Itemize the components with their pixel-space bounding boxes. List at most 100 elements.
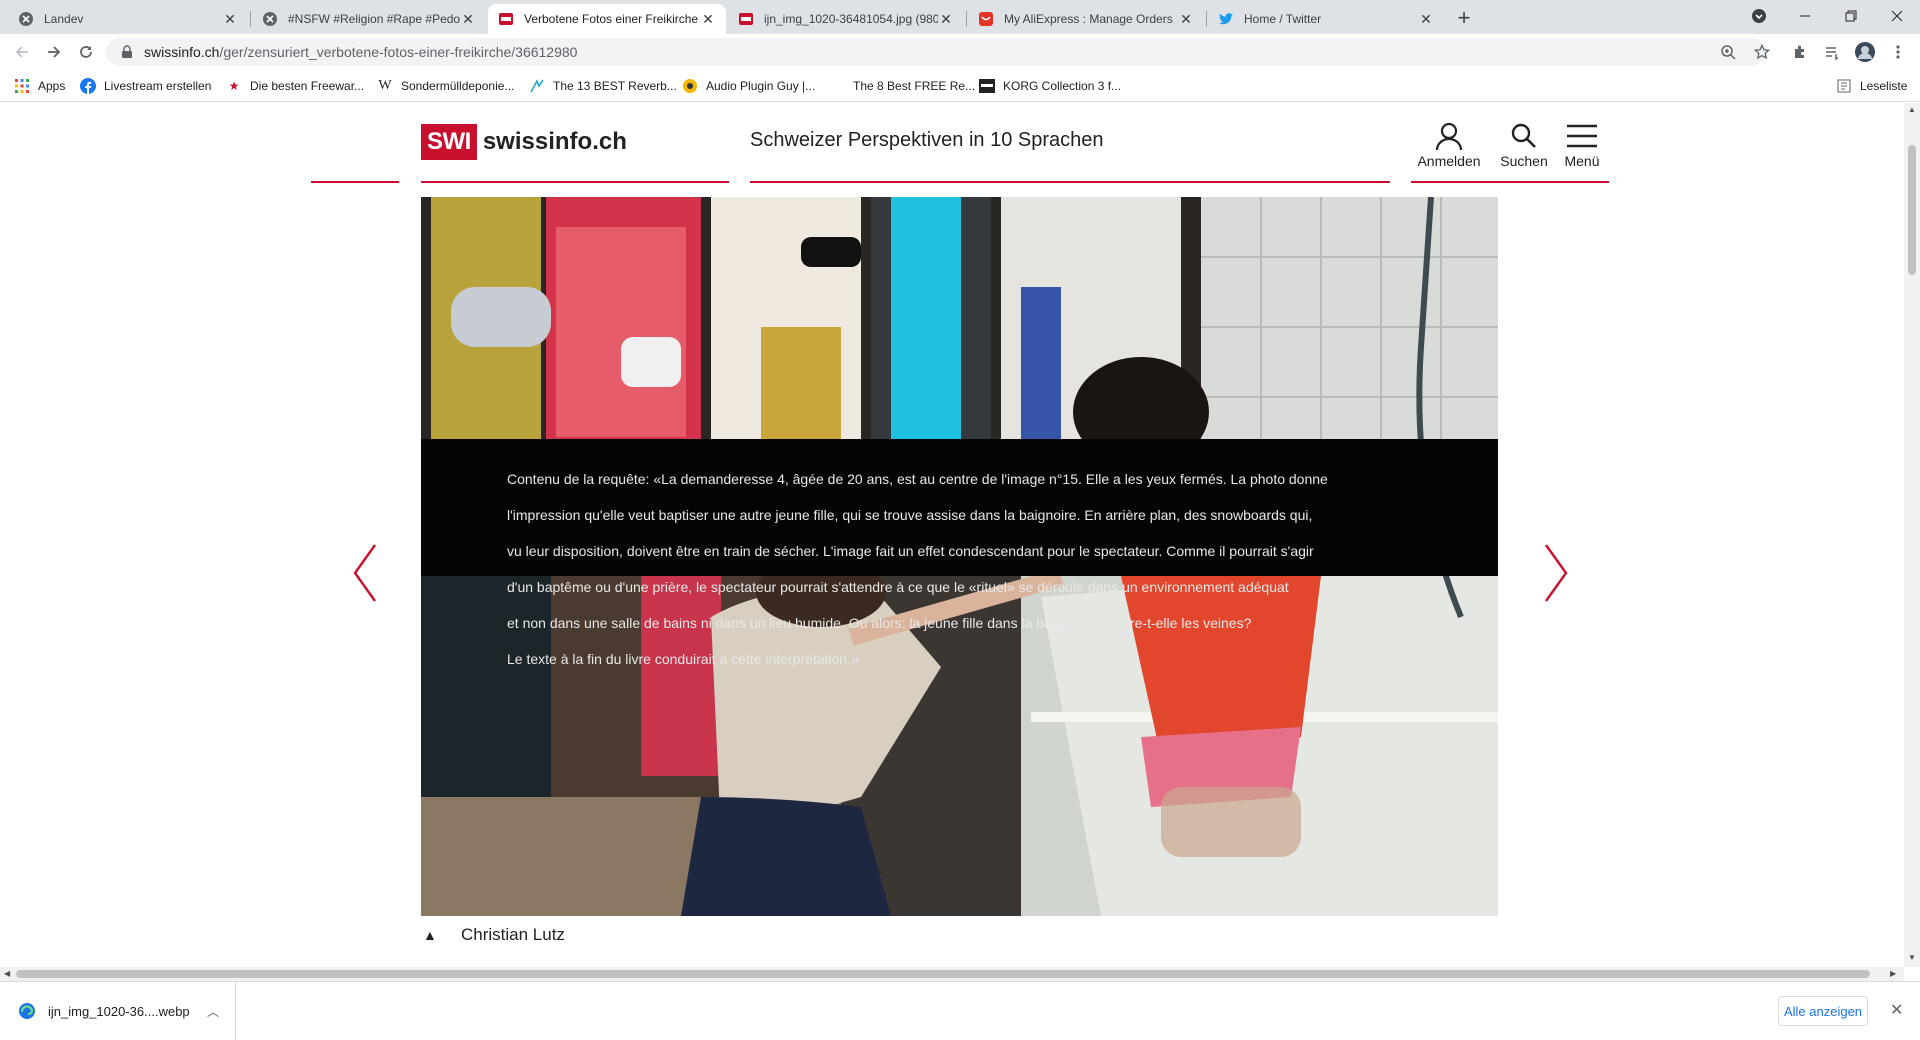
site-tagline: Schweizer Perspektiven in 10 Sprachen	[750, 129, 1104, 151]
page-content: SWI swissinfo.ch Schweizer Perspektiven …	[0, 103, 1904, 967]
gallery-photo[interactable]: Contenu de la requête: «La demanderesse …	[421, 197, 1498, 916]
tab-title: #NSFW #Religion #Rape #Pedo #	[288, 12, 460, 26]
caption-line: vu leur disposition, doivent être en tra…	[507, 543, 1314, 559]
bookmark-star-icon[interactable]	[1752, 42, 1772, 62]
close-icon	[1891, 10, 1903, 22]
swi-icon	[738, 11, 754, 27]
close-icon[interactable]: ✕	[460, 11, 476, 27]
prev-image-button[interactable]	[351, 543, 381, 603]
close-icon[interactable]: ✕	[1418, 11, 1434, 27]
close-icon[interactable]: ✕	[700, 11, 716, 27]
bookmark-audio-plugin-guy[interactable]: Audio Plugin Guy |...	[682, 77, 815, 95]
scroll-down-icon[interactable]: ▼	[1908, 953, 1916, 962]
tab-search-button[interactable]	[1736, 0, 1782, 32]
forward-arrow-icon	[48, 46, 61, 58]
menu-button[interactable]: Menü	[1547, 121, 1617, 169]
bookmark-korg[interactable]: KORG Collection 3 f...	[979, 77, 1121, 95]
minimize-icon	[1800, 15, 1810, 17]
header-divider	[1411, 181, 1609, 183]
reload-button[interactable]	[72, 38, 100, 66]
close-icon[interactable]: ✕	[938, 11, 954, 27]
new-tab-button[interactable]: +	[1452, 7, 1476, 31]
caption-line: Le texte à la fin du livre conduirait à …	[507, 651, 859, 667]
url-path: /ger/zensuriert_verbotene-fotos-einer-fr…	[219, 44, 578, 60]
bookmark-livestream[interactable]: Livestream erstellen	[80, 77, 211, 95]
bookmark-label: The 13 BEST Reverb...	[553, 79, 677, 93]
close-icon[interactable]: ✕	[1178, 11, 1194, 27]
twitter-icon	[1218, 11, 1234, 27]
horizontal-scroll-thumb[interactable]	[16, 970, 1870, 978]
scroll-left-icon[interactable]: ◀	[4, 969, 10, 978]
vertical-scroll-thumb[interactable]	[1908, 145, 1916, 275]
download-item[interactable]: ijn_img_1020-36....webp ︿	[0, 982, 236, 1040]
back-button[interactable]	[8, 38, 36, 66]
reading-list-icon[interactable]	[1822, 42, 1842, 62]
login-button[interactable]: Anmelden	[1414, 121, 1484, 169]
plugin-icon	[682, 78, 698, 94]
chevron-left-icon	[353, 544, 376, 602]
next-image-button[interactable]	[1540, 543, 1570, 603]
caption-line: d'un baptême ou d'une prière, le spectat…	[507, 579, 1289, 595]
horizontal-scrollbar[interactable]: ◀ ▶	[0, 967, 1904, 981]
caption-line: et non dans une salle de bains ni dans u…	[507, 615, 1252, 631]
bookmark-label: Sondermülldeponie...	[401, 79, 515, 93]
bookmark-freeware[interactable]: ★ Die besten Freewar...	[226, 77, 364, 95]
scroll-up-icon[interactable]: ▲	[1908, 105, 1916, 114]
forward-button[interactable]	[40, 38, 68, 66]
tab-landev[interactable]: Landev ✕	[8, 4, 248, 34]
zoom-icon[interactable]	[1718, 42, 1738, 62]
apps-grid-icon	[14, 78, 30, 94]
close-icon[interactable]: ✕	[222, 11, 238, 27]
minimize-button[interactable]	[1782, 0, 1828, 32]
logo-badge: SWI	[421, 124, 477, 160]
tab-verbotene-fotos[interactable]: Verbotene Fotos einer Freikirche ✕	[488, 4, 726, 34]
user-icon	[1414, 121, 1484, 151]
bookmark-apps[interactable]: Apps	[14, 77, 65, 95]
caption-line: Contenu de la requête: «La demanderesse …	[507, 471, 1328, 487]
tab-aliexpress[interactable]: My AliExpress : Manage Orders ✕	[968, 4, 1204, 34]
bookmark-label: KORG Collection 3 f...	[1003, 79, 1122, 93]
bookmark-sondermull[interactable]: W Sondermülldeponie...	[377, 77, 514, 95]
tab-search-icon	[1752, 9, 1766, 23]
back-arrow-icon	[15, 46, 28, 58]
address-bar[interactable]: swissinfo.ch/ger/zensuriert_verbotene-fo…	[106, 38, 1766, 66]
chevron-up-icon[interactable]: ︿	[207, 1003, 219, 1020]
photo-caption-band: Contenu de la requête: «La demanderesse …	[421, 439, 1498, 667]
close-window-button[interactable]	[1874, 0, 1920, 32]
header-divider	[421, 181, 729, 183]
reading-list-button[interactable]: Leseliste	[1836, 77, 1907, 95]
restore-button[interactable]	[1828, 0, 1874, 32]
chevron-right-icon	[1545, 544, 1568, 602]
avatar[interactable]	[1855, 42, 1875, 62]
hamburger-icon	[1547, 121, 1617, 151]
kebab-menu-icon[interactable]	[1888, 42, 1908, 62]
search-label: Suchen	[1500, 153, 1548, 169]
bookmark-reverb[interactable]: The 13 BEST Reverb...	[529, 77, 677, 95]
wikipedia-icon: W	[378, 78, 392, 93]
vertical-scrollbar[interactable]: ▲ ▼	[1904, 103, 1920, 967]
edge-file-icon	[19, 1003, 35, 1019]
header-divider	[311, 181, 399, 183]
tab-image[interactable]: ijn_img_1020-36481054.jpg (980 ✕	[728, 4, 964, 34]
bookmark-label: Apps	[38, 79, 66, 93]
bookmarks-bar: Apps Livestream erstellen ★ Die besten F…	[0, 70, 1920, 102]
header-divider	[750, 181, 1390, 183]
reading-list-icon	[1836, 78, 1852, 94]
tab-title: Verbotene Fotos einer Freikirche	[524, 12, 699, 26]
logo-text: swissinfo.ch	[482, 128, 627, 155]
reading-list-label: Leseliste	[1860, 79, 1908, 93]
restore-icon	[1845, 10, 1857, 22]
download-filename: ijn_img_1020-36....webp	[48, 1003, 190, 1019]
caption-toggle-icon[interactable]: ▲	[421, 927, 461, 943]
extensions-icon[interactable]	[1790, 42, 1810, 62]
close-icon[interactable]: ✕	[1890, 1000, 1903, 1020]
show-all-downloads-button[interactable]: Alle anzeigen	[1778, 996, 1868, 1026]
scroll-right-icon[interactable]: ▶	[1890, 969, 1896, 978]
tab-nsfw[interactable]: #NSFW #Religion #Rape #Pedo # ✕	[252, 4, 486, 34]
site-logo[interactable]: SWI swissinfo.ch	[421, 124, 627, 160]
tab-title: ijn_img_1020-36481054.jpg (980	[764, 12, 938, 26]
tab-twitter[interactable]: Home / Twitter ✕	[1208, 4, 1444, 34]
aliexpress-icon	[978, 11, 994, 27]
bookmark-best-free[interactable]: The 8 Best FREE Re...	[829, 77, 975, 95]
photo-credit-name: Christian Lutz	[461, 925, 565, 944]
